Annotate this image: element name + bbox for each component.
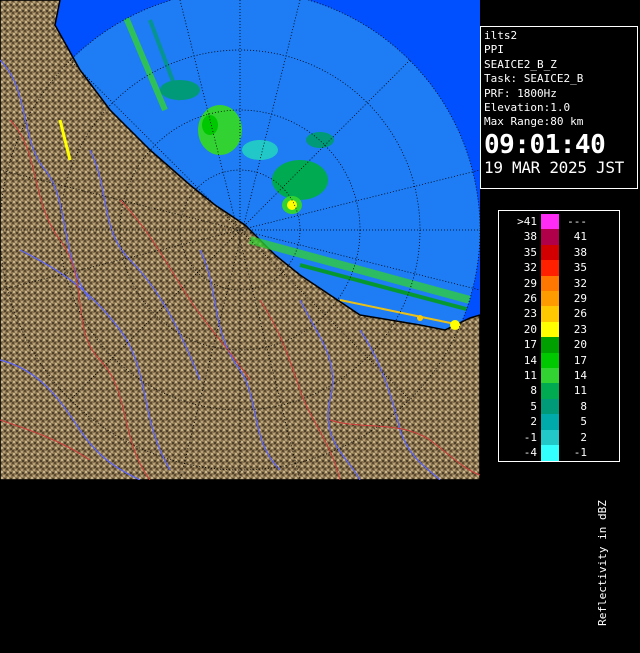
legend-low-value: 17 xyxy=(523,338,537,352)
legend-high-value: 2 xyxy=(580,430,587,444)
legend-row: 29 32 xyxy=(499,275,589,292)
legend-color-swatch xyxy=(541,214,559,230)
legend-high-value: 8 xyxy=(580,399,587,413)
legend-low-value: 20 xyxy=(523,322,537,336)
legend-color-swatch xyxy=(541,337,559,354)
legend-row: 26 29 xyxy=(499,291,589,307)
legend-unit-label: Reflectivity in dBZ xyxy=(596,500,609,626)
legend-row: 38 41 xyxy=(499,229,589,246)
legend-low-value: 8 xyxy=(530,384,537,398)
legend-row: 58 xyxy=(499,398,589,415)
legend-high-value: 23 xyxy=(573,322,587,336)
legend-high-value: 11 xyxy=(573,384,587,398)
observation-time: 09:01:40 xyxy=(484,129,606,160)
legend-color-swatch xyxy=(541,244,559,261)
legend-high-value: 32 xyxy=(573,276,587,290)
observation-date: 19 MAR 2025 JST xyxy=(484,157,624,177)
legend-row: -1 2 xyxy=(499,429,589,446)
scan-mode: PPI xyxy=(484,43,504,57)
legend-color-swatch xyxy=(541,445,559,461)
legend-color-swatch xyxy=(541,275,559,292)
legend-high-value: 14 xyxy=(573,369,587,382)
legend-low-value: -4 xyxy=(523,446,537,459)
legend-high-value: --- xyxy=(567,215,587,228)
legend-color-swatch xyxy=(541,321,559,338)
legend-low-value: -1 xyxy=(523,430,537,444)
legend-high-value: 38 xyxy=(573,245,587,259)
legend-color-swatch xyxy=(541,260,559,277)
legend-color-swatch xyxy=(541,306,559,323)
legend-low-value: 11 xyxy=(523,369,537,382)
elevation-value: Elevation:1.0 xyxy=(484,101,571,115)
legend-high-value: -1 xyxy=(573,446,587,459)
legend-row: 25 xyxy=(499,414,589,431)
legend-row: >41 --- xyxy=(499,214,589,230)
legend-low-value: 23 xyxy=(523,307,537,321)
legend-color-swatch xyxy=(541,368,559,384)
product-name: SEAICE2_B_Z xyxy=(484,57,557,71)
legend-row: 17 20 xyxy=(499,337,589,354)
max-range-value: Max Range:80 km xyxy=(484,115,584,129)
radar-ppi-display xyxy=(0,0,480,480)
legend-high-value: 35 xyxy=(573,261,587,275)
legend-high-value: 5 xyxy=(580,415,587,429)
legend-color-swatch xyxy=(541,414,559,431)
color-scale-legend: Reflectivity in dBZ >41 --- 38 41 35 38 32 35 29… xyxy=(498,210,620,626)
task-name: Task: SEAICE2_B xyxy=(484,72,584,86)
legend-low-value: >41 xyxy=(517,215,537,228)
legend-low-value: 5 xyxy=(530,399,537,413)
legend-row: 8 11 xyxy=(499,383,589,400)
prf-value: PRF: 1800Hz xyxy=(484,86,557,100)
legend-row: 32 35 xyxy=(499,260,589,277)
legend-low-value: 14 xyxy=(523,353,537,367)
legend-low-value: 2 xyxy=(530,415,537,429)
legend-high-value: 41 xyxy=(573,230,587,244)
legend-row: 14 17 xyxy=(499,352,589,369)
legend-row: 11 14 xyxy=(499,368,589,384)
legend-high-value: 20 xyxy=(573,338,587,352)
legend-row: -4 -1 xyxy=(499,445,589,461)
legend-high-value: 26 xyxy=(573,307,587,321)
legend-color-swatch xyxy=(541,429,559,446)
legend-low-value: 35 xyxy=(523,245,537,259)
legend-low-value: 32 xyxy=(523,261,537,275)
legend-high-value: 17 xyxy=(573,353,587,367)
legend-color-swatch xyxy=(541,352,559,369)
legend-color-swatch xyxy=(541,398,559,415)
legend-low-value: 38 xyxy=(523,230,537,244)
legend-color-swatch xyxy=(541,291,559,307)
radar-info-panel: ilts2 PPI SEAICE2_B_Z Task: SEAICE2_B PR… xyxy=(480,26,638,189)
legend-row: 23 26 xyxy=(499,306,589,323)
legend-row: 20 23 xyxy=(499,321,589,338)
legend-color-swatch xyxy=(541,229,559,246)
legend-high-value: 29 xyxy=(573,292,587,305)
legend-low-value: 29 xyxy=(523,276,537,290)
legend-low-value: 26 xyxy=(523,292,537,305)
station-name: ilts2 xyxy=(484,29,518,42)
legend-color-swatch xyxy=(541,383,559,400)
legend-row: 35 38 xyxy=(499,244,589,261)
